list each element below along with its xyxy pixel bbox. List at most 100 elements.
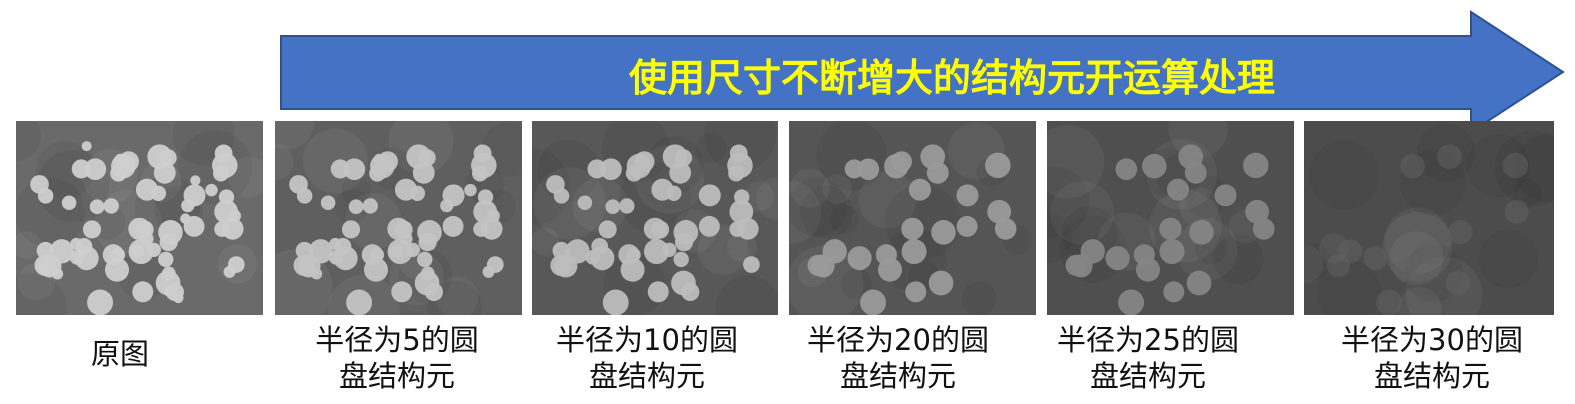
grain: [847, 246, 872, 271]
grain: [605, 199, 621, 215]
grain: [104, 257, 130, 282]
grain: [1400, 153, 1425, 179]
grain: [1326, 254, 1350, 278]
grain: [1115, 158, 1138, 181]
image-original: [16, 121, 263, 315]
grain: [729, 199, 754, 224]
grain: [1363, 246, 1388, 271]
grain: [391, 281, 413, 303]
grain: [190, 175, 201, 186]
caption-line1: 半径为25的圆: [1057, 323, 1239, 357]
grain: [901, 238, 927, 265]
caption-radius-5: 半径为5的圆 盘结构元: [272, 322, 522, 394]
grain: [227, 256, 245, 273]
grain: [348, 199, 364, 215]
grain: [1418, 238, 1444, 265]
caption-line2: 盘结构元: [839, 359, 956, 393]
grain: [587, 159, 607, 179]
grain: [1243, 152, 1269, 179]
grain: [362, 198, 378, 214]
grain: [1189, 220, 1214, 245]
grain: [956, 215, 978, 237]
grain: [417, 251, 433, 268]
grain: [442, 215, 464, 237]
grain: [130, 244, 145, 259]
grain: [405, 242, 420, 257]
grain: [377, 151, 398, 172]
grain: [698, 184, 721, 207]
arrow-title: 使用尺寸不断增大的结构元开运算处理: [629, 56, 1275, 100]
grain: [669, 161, 692, 184]
grain: [743, 256, 760, 273]
grain: [103, 198, 119, 214]
grain: [61, 195, 77, 211]
grain: [1502, 152, 1529, 179]
caption-radius-10: 半径为10的圆 盘结构元: [522, 322, 772, 394]
caption-line1: 原图: [90, 337, 149, 371]
grain: [1142, 153, 1167, 179]
grain: [442, 184, 465, 207]
texture-blot: [1309, 139, 1380, 210]
grain: [389, 244, 404, 259]
image-radius-25: [1047, 121, 1294, 315]
grain: [289, 175, 308, 194]
grain: [619, 198, 635, 214]
grain: [1159, 238, 1185, 265]
grain: [1214, 184, 1237, 207]
image-radius-5: [275, 121, 522, 315]
grain: [205, 183, 218, 197]
grain: [214, 221, 230, 237]
grain: [38, 254, 62, 278]
grain: [363, 257, 389, 282]
caption-original: 原图: [0, 336, 240, 372]
grain: [727, 152, 753, 179]
grain: [118, 151, 139, 172]
grain: [412, 161, 435, 184]
grain: [633, 151, 655, 172]
caption-radius-20: 半径为20的圆 盘结构元: [773, 322, 1023, 394]
grain: [891, 151, 912, 172]
grain: [30, 175, 49, 194]
grain: [577, 195, 593, 211]
grain: [1105, 246, 1130, 271]
caption-line1: 半径为30的圆: [1341, 323, 1523, 357]
grain: [346, 289, 373, 315]
grain: [75, 238, 93, 255]
grain: [926, 161, 949, 184]
caption-line2: 盘结构元: [1373, 359, 1490, 393]
grain: [173, 292, 184, 304]
caption-line1: 半径为20的圆: [807, 323, 989, 357]
grain: [1445, 270, 1471, 296]
grain: [671, 270, 696, 296]
grain: [1159, 217, 1182, 241]
texture-blot: [1478, 229, 1538, 289]
caption-line2: 盘结构元: [1089, 359, 1206, 393]
grain: [811, 254, 835, 278]
grain: [1245, 199, 1270, 224]
grain: [1135, 257, 1161, 282]
grain: [212, 152, 238, 179]
caption-radius-25: 半径为25的圆 盘结构元: [1023, 322, 1273, 394]
grain: [81, 141, 92, 152]
grain: [598, 220, 617, 239]
grain: [341, 220, 361, 239]
grain: [183, 184, 206, 207]
grain: [1069, 254, 1093, 278]
caption-line1: 半径为10的圆: [556, 323, 738, 357]
grain: [155, 270, 181, 296]
grain: [1118, 289, 1145, 315]
grain: [1184, 161, 1207, 184]
grain: [89, 199, 105, 215]
grain: [409, 185, 426, 201]
grain: [471, 152, 497, 179]
grain: [901, 217, 924, 241]
grain: [602, 289, 629, 315]
grain: [666, 185, 682, 201]
image-radius-20: [789, 121, 1036, 315]
grain: [146, 242, 161, 257]
grain: [1376, 289, 1403, 315]
grain: [662, 242, 677, 257]
process-arrow: 使用尺寸不断增大的结构元开运算处理: [280, 10, 1565, 134]
grain: [647, 281, 669, 303]
grain: [956, 184, 979, 207]
